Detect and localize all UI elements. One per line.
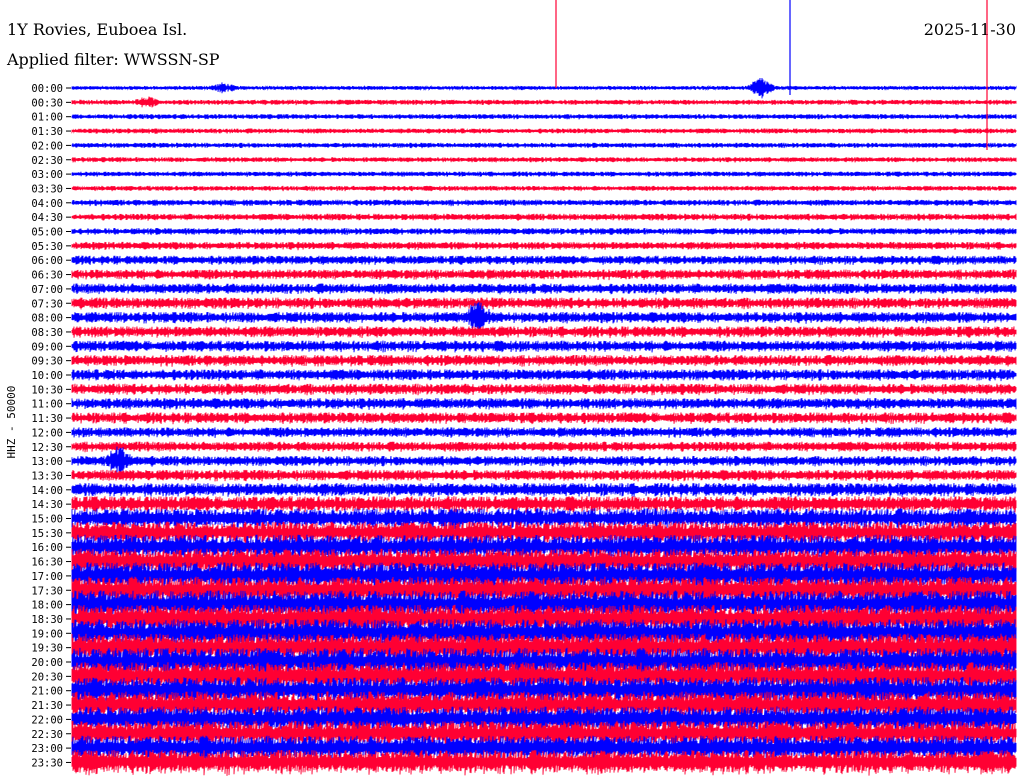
row-time-label: 03:00 xyxy=(31,169,63,181)
seismic-trace-row xyxy=(71,213,1017,221)
seismic-trace-row xyxy=(71,269,1017,281)
seismic-trace-row xyxy=(71,354,1017,367)
row-time-label: 09:00 xyxy=(31,341,63,353)
row-time-label: 02:00 xyxy=(31,140,63,152)
row-time-label: 16:00 xyxy=(31,542,63,554)
seismic-trace-row xyxy=(71,227,1017,236)
row-time-label: 20:00 xyxy=(31,657,63,669)
row-time-label: 14:30 xyxy=(31,499,63,511)
row-time-label: 08:30 xyxy=(31,327,63,339)
seismic-trace-row xyxy=(71,241,1017,251)
seismic-trace-row xyxy=(71,199,1017,207)
seismic-trace-row xyxy=(71,482,1017,498)
row-time-label: 09:30 xyxy=(31,356,63,368)
row-time-label: 00:00 xyxy=(31,83,63,95)
seismic-trace-row xyxy=(71,383,1017,396)
seismic-trace-row xyxy=(71,412,1017,425)
row-time-label: 12:00 xyxy=(31,427,63,439)
row-time-label: 20:30 xyxy=(31,671,63,683)
row-time-label: 22:30 xyxy=(31,729,63,741)
row-time-label: 14:00 xyxy=(31,485,63,497)
seismic-trace-row xyxy=(71,156,1017,163)
row-time-label: 05:00 xyxy=(31,227,63,239)
seismic-trace-row xyxy=(71,397,1017,410)
seismic-trace-row xyxy=(71,297,1017,310)
seismic-trace-row xyxy=(71,96,1017,108)
row-time-label: 15:00 xyxy=(31,514,63,526)
seismic-trace-row xyxy=(71,340,1017,353)
row-time-label: 18:30 xyxy=(31,614,63,626)
row-time-label: 07:30 xyxy=(31,298,63,310)
row-time-label: 11:30 xyxy=(31,413,63,425)
seismic-trace-row xyxy=(71,369,1017,382)
row-time-label: 17:00 xyxy=(31,571,63,583)
seismic-trace-row xyxy=(71,255,1017,266)
seismic-trace-row xyxy=(71,283,1017,295)
row-time-label: 21:30 xyxy=(31,700,63,712)
row-time-label: 06:30 xyxy=(31,270,63,282)
row-time-label: 03:30 xyxy=(31,183,63,195)
row-time-label: 19:00 xyxy=(31,628,63,640)
row-time-label: 11:00 xyxy=(31,399,63,411)
row-time-label: 10:30 xyxy=(31,384,63,396)
row-time-label: 04:30 xyxy=(31,212,63,224)
helicorder-plot: 00:00 00:30 01:00 01:30 02:00 02:30 03:00 03:30… xyxy=(31,0,1017,776)
row-time-label: 07:00 xyxy=(31,284,63,296)
seismic-trace-row xyxy=(71,77,1017,99)
seismic-trace-row xyxy=(71,446,1017,476)
seismic-trace-row xyxy=(71,185,1017,192)
row-time-label: 13:30 xyxy=(31,470,63,482)
seismic-trace-row xyxy=(71,469,1017,482)
row-time-label: 18:00 xyxy=(31,600,63,612)
seismic-trace-row xyxy=(71,441,1017,453)
seismic-trace-row xyxy=(71,427,1017,439)
row-time-label: 08:00 xyxy=(31,313,63,325)
row-time-label: 01:30 xyxy=(31,126,63,138)
row-time-label: 16:30 xyxy=(31,557,63,569)
row-time-label: 19:30 xyxy=(31,643,63,655)
row-time-label: 17:30 xyxy=(31,585,63,597)
seismic-trace-row xyxy=(71,496,1017,513)
row-time-label: 21:00 xyxy=(31,686,63,698)
row-time-label: 15:30 xyxy=(31,528,63,540)
seismic-trace-row xyxy=(71,128,1017,134)
row-time-label: 06:00 xyxy=(31,255,63,267)
row-time-label: 12:30 xyxy=(31,442,63,454)
row-time-label: 13:00 xyxy=(31,456,63,468)
row-time-label: 01:00 xyxy=(31,112,63,124)
row-time-label: 10:00 xyxy=(31,370,63,382)
seismic-trace-row xyxy=(71,113,1017,120)
row-time-label: 22:00 xyxy=(31,714,63,726)
seismic-trace-row xyxy=(71,171,1017,177)
seismic-trace-row xyxy=(71,326,1017,339)
row-time-label: 02:30 xyxy=(31,155,63,167)
row-time-label: 23:30 xyxy=(31,757,63,769)
row-time-label: 04:00 xyxy=(31,198,63,210)
seismic-trace-row xyxy=(71,142,1017,149)
helicorder-panel: 1Y Rovies, Euboea Isl. Applied filter: W… xyxy=(0,0,1024,780)
row-time-label: 00:30 xyxy=(31,97,63,109)
row-time-label: 05:30 xyxy=(31,241,63,253)
row-time-label: 23:00 xyxy=(31,743,63,755)
